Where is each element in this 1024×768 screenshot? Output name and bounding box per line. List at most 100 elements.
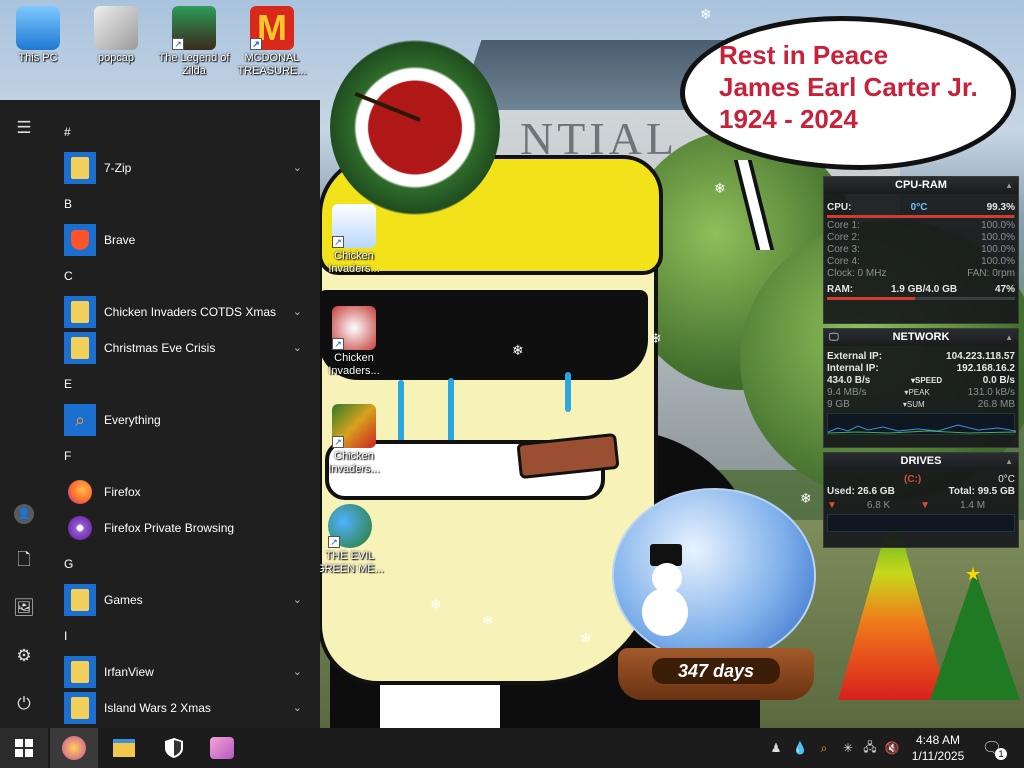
- app-item-firefox-private-browsing[interactable]: Firefox Private Browsing: [56, 510, 312, 546]
- app-item-christmas-eve-crisis[interactable]: Christmas Eve Crisis ⌄: [56, 330, 312, 366]
- desktop-icon-evil-green-messenger[interactable]: ↗ THE EVIL GREEN ME...: [314, 504, 386, 576]
- power-icon[interactable]: ⏻: [8, 688, 40, 720]
- drive-write-speed: 1.4 M: [960, 500, 986, 511]
- chevron-down-icon: ⌄: [292, 162, 302, 174]
- chicken-invaders-icon: ↗: [332, 204, 376, 248]
- app-item-firefox[interactable]: Firefox: [56, 474, 312, 510]
- tray-everything-search-icon[interactable]: ⌕: [814, 728, 834, 768]
- taskbar: ♟ 💧 ⌕ ✳ 🖧 🔇 4:48 AM 1/11/2025 🗨 1: [0, 728, 1024, 768]
- collapse-icon[interactable]: ▲: [1005, 177, 1013, 194]
- section-letter-hash[interactable]: #: [56, 114, 312, 150]
- settings-gear-icon[interactable]: ⚙: [8, 640, 40, 672]
- pig-app-icon: [210, 737, 234, 759]
- network-traffic-graph: [827, 413, 1017, 435]
- app-item-chicken-invaders-cotds-xmas[interactable]: Chicken Invaders COTDS Xmas ⌄: [56, 294, 312, 330]
- shortcut-arrow-icon: ↗: [332, 236, 344, 248]
- xmas-app-icon: [62, 736, 86, 760]
- folder-icon: [64, 692, 96, 724]
- core-label: Core 2:: [827, 232, 860, 243]
- app-item-island-wars-2-xmas[interactable]: Island Wars 2 Xmas ⌄: [56, 690, 312, 726]
- desktop-icon-chicken-invaders-2[interactable]: ↗ Chicken Invaders...: [318, 306, 390, 378]
- taskbar-pig-app-button[interactable]: [198, 728, 246, 768]
- documents-icon[interactable]: 🗋: [8, 544, 40, 576]
- taskbar-clock[interactable]: 4:48 AM 1/11/2025: [900, 732, 976, 764]
- volume-muted-icon[interactable]: 🔇: [882, 728, 902, 768]
- app-item-7zip[interactable]: 7-Zip ⌄: [56, 150, 312, 186]
- chevron-down-icon: ⌄: [292, 666, 302, 678]
- drives-gadget[interactable]: DRIVES ▲ (C:) 0°C Used: 26.6 GB Total: 99.5…: [823, 452, 1019, 548]
- network-icon[interactable]: 🖧: [860, 728, 880, 768]
- snowflake-icon: ❄: [800, 490, 812, 506]
- clock-time: 4:48 AM: [915, 733, 961, 747]
- app-label: Chicken Invaders COTDS Xmas: [104, 305, 277, 319]
- app-label: Firefox: [104, 485, 141, 499]
- app-label: Island Wars 2 Xmas: [104, 701, 211, 715]
- desktop-icon-this-pc[interactable]: This PC: [2, 6, 74, 65]
- hamburger-menu-icon[interactable]: ☰: [8, 112, 40, 144]
- snowflake-icon: ❄: [714, 180, 726, 196]
- core-label: Core 3:: [827, 244, 860, 255]
- user-account-icon[interactable]: 👤: [8, 496, 40, 528]
- desktop-icon-popcap[interactable]: popcap: [80, 6, 152, 65]
- snowman-body: [642, 588, 688, 636]
- section-letter-i[interactable]: I: [56, 618, 312, 654]
- core-label: Core 4:: [827, 256, 860, 267]
- core-value: 100.0%: [981, 256, 1015, 267]
- cpu-temp: 0°C: [910, 202, 928, 213]
- desktop-icon-chicken-invaders-3[interactable]: ↗ Chicken Invaders...: [318, 404, 390, 476]
- desktop-icon-label: THE EVIL GREEN ME...: [316, 550, 384, 575]
- desktop-icon-label: MCDONAL TREASURE...: [237, 52, 307, 77]
- desktop-icon-mcdonalds-treasure[interactable]: M ↗ MCDONAL TREASURE...: [236, 6, 308, 78]
- clock-speed: Clock: 0 MHz: [827, 268, 887, 279]
- star-icon: ★: [965, 564, 982, 584]
- app-item-brave[interactable]: Brave: [56, 222, 312, 258]
- core-value: 100.0%: [981, 244, 1015, 255]
- collapse-icon[interactable]: ▲: [1005, 453, 1013, 470]
- wreath-clock-gadget[interactable]: [330, 40, 500, 215]
- shortcut-arrow-icon: ↗: [172, 38, 184, 50]
- app-item-irfanview[interactable]: IrfanView ⌄: [56, 654, 312, 690]
- app-item-games[interactable]: Games ⌄: [56, 582, 312, 618]
- collapse-icon[interactable]: ▲: [1005, 329, 1013, 346]
- drive-read-speed: 6.8 K: [866, 500, 891, 511]
- tray-figure-icon[interactable]: ♟: [766, 728, 786, 768]
- app-list: # 7-Zip ⌄ B Brave C Chicken Invaders COT…: [56, 114, 312, 726]
- desktop-icon-chicken-invaders-1[interactable]: ↗ Chicken Invaders...: [318, 204, 390, 276]
- pictures-icon[interactable]: 🖼: [8, 592, 40, 624]
- internal-ip-label: Internal IP:: [827, 363, 879, 374]
- shortcut-arrow-icon: ↗: [332, 338, 344, 350]
- taskbar-xmas-app-button[interactable]: [50, 728, 98, 768]
- folder-icon: [64, 584, 96, 616]
- section-letter-e[interactable]: E: [56, 366, 312, 402]
- ram-percent: 47%: [994, 284, 1015, 295]
- section-letter-g[interactable]: G: [56, 546, 312, 582]
- snowflake-icon: ❄: [580, 630, 592, 646]
- app-item-everything[interactable]: ⌕ Everything: [56, 402, 312, 438]
- folder-icon: [64, 152, 96, 184]
- taskbar-file-explorer-button[interactable]: [100, 728, 148, 768]
- network-gadget[interactable]: 🖵 NETWORK ▲ External IP: 104.223.118.57 Int…: [823, 328, 1019, 448]
- shield-icon: [165, 738, 183, 758]
- shortcut-arrow-icon: ↗: [250, 38, 262, 50]
- cpu-ram-gadget[interactable]: CPU-RAM ▲ CPU: 0°C 99.3% Core 1: 100.0% Co…: [823, 176, 1019, 324]
- app-label: 7-Zip: [104, 161, 132, 175]
- upload-sum: 26.8 MB: [977, 399, 1015, 410]
- snowflake-icon: ❄: [700, 6, 712, 22]
- ram-used: 1.9 GB/4.0 GB: [890, 284, 958, 295]
- ram-label: RAM:: [827, 284, 854, 295]
- tray-snowflake-icon[interactable]: ✳: [838, 728, 858, 768]
- start-button[interactable]: [0, 728, 48, 768]
- tray-water-drop-icon[interactable]: 💧: [790, 728, 810, 768]
- drive-used: Used: 26.6 GB: [827, 486, 895, 497]
- write-arrow-icon: ▼: [920, 500, 931, 511]
- desktop-icon-legend-of-zilda[interactable]: ↗ The Legend of Zilda: [158, 6, 230, 78]
- snow-globe-gadget[interactable]: [612, 488, 816, 663]
- chevron-down-icon: ⌄: [292, 702, 302, 714]
- cpu-usage-bar: [827, 215, 1015, 218]
- download-sum: 9 GB: [827, 399, 850, 410]
- upload-peak: 131.0 kB/s: [967, 387, 1015, 398]
- section-letter-f[interactable]: F: [56, 438, 312, 474]
- section-letter-c[interactable]: C: [56, 258, 312, 294]
- section-letter-b[interactable]: B: [56, 186, 312, 222]
- taskbar-security-button[interactable]: [150, 728, 198, 768]
